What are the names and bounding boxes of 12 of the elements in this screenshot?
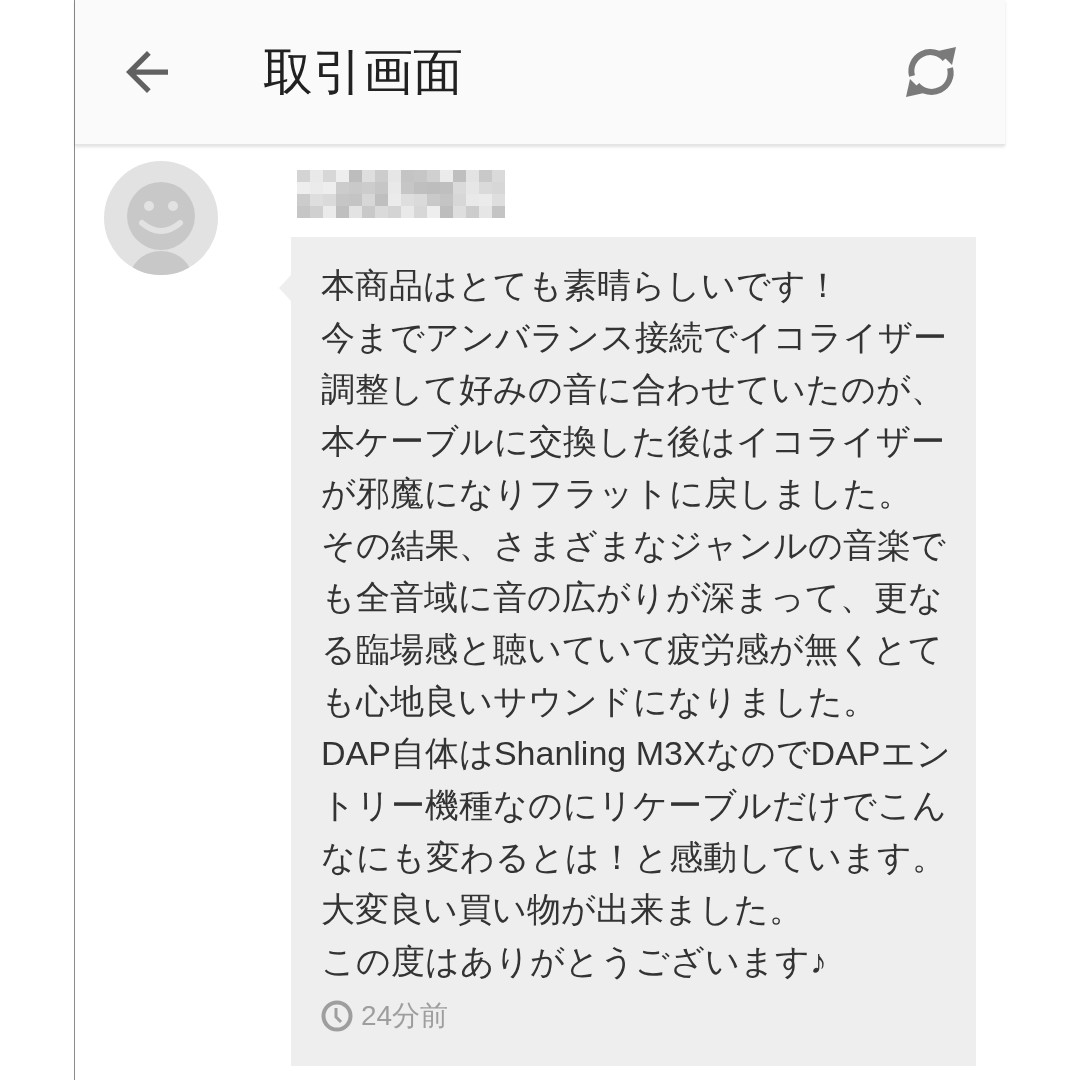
message-paragraph: 今までアンバランス接続でイコライザー調整して好みの音に合わせていたのが、本ケーブルに交換した後はイコライザーが邪魔になりフラットに戻しました。 [321,317,948,514]
message-time: 24分前 [361,1000,449,1032]
back-button[interactable] [125,50,169,94]
message-paragraph: 大変良い買い物が出来ました。 [321,889,804,930]
clock-icon [321,1000,353,1032]
message-paragraph: この度はありがとうございます♪ [321,941,828,982]
back-arrow-icon [126,51,168,93]
screen-title: 取引画面 [263,43,463,102]
message-paragraph: その結果、さまざまなジャンルの音楽でも全音域に音の広がりが深まって、更なる臨場感と聴いていて疲労感が無くとても心地良いサウンドになりました。 [321,525,947,722]
message-paragraph: 本商品はとても素晴らしいです！ [321,265,841,306]
message-paragraph: DAP自体はShanling M3XなのでDAPエントリー機種なのにリケーブルだけでこんなにも変わるとは！と感動しています。 [321,733,952,878]
avatar-icon [104,161,218,275]
